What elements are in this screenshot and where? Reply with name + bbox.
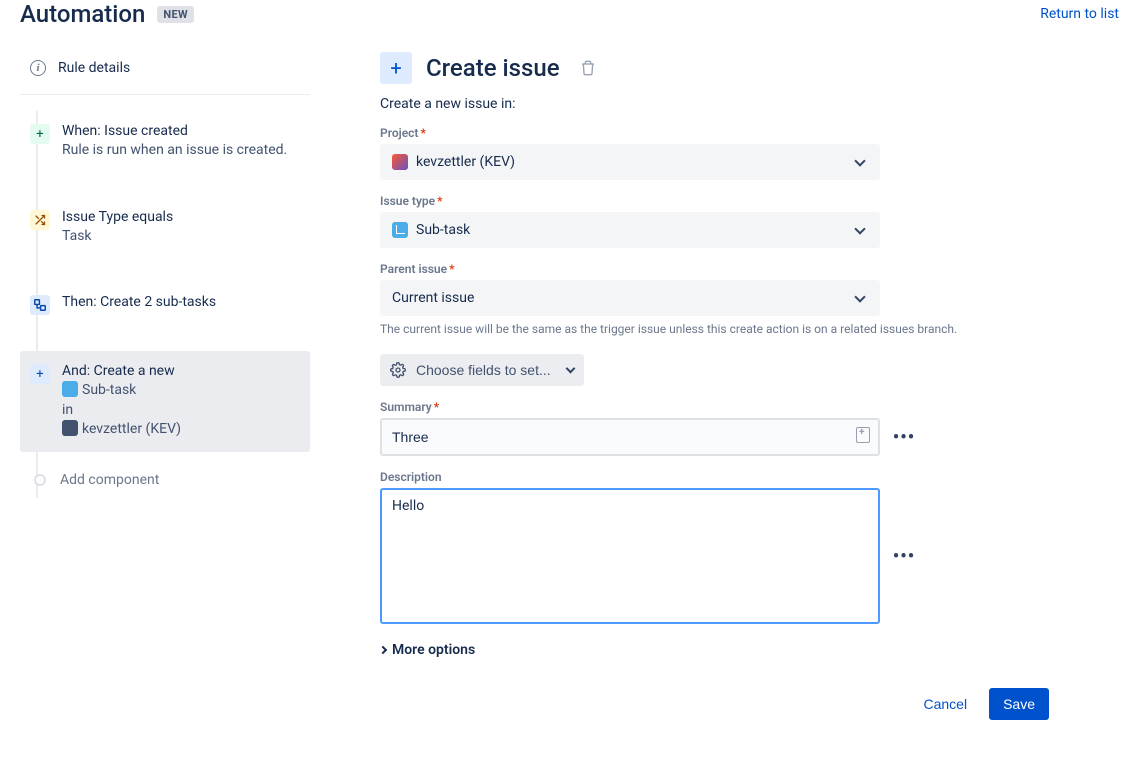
choose-fields-label: Choose fields to set... [416, 362, 551, 378]
plus-icon: + [30, 124, 50, 144]
gear-icon [390, 362, 406, 378]
plus-icon: + [380, 52, 412, 84]
issue-type-label: Issue type* [380, 194, 1110, 208]
cancel-button[interactable]: Cancel [913, 688, 977, 720]
subtask-icon [62, 381, 78, 397]
new-badge: NEW [157, 6, 193, 23]
info-icon: i [30, 60, 46, 76]
more-options-label: More options [392, 642, 475, 658]
return-to-list-link[interactable]: Return to list [1040, 6, 1119, 22]
add-component-button[interactable]: Add component [20, 452, 310, 498]
parent-issue-select[interactable]: Current issue [380, 280, 880, 316]
issue-type-value: Sub-task [416, 222, 470, 238]
rule-details-label: Rule details [58, 60, 130, 76]
summary-label: Summary* [380, 400, 1110, 414]
step-trigger[interactable]: + When: Issue created Rule is run when a… [20, 111, 310, 173]
step-subtitle: Rule is run when an issue is created. [62, 141, 287, 161]
project-value: kevzettler (KEV) [416, 154, 515, 170]
description-label: Description [380, 470, 1110, 484]
step-action-subtasks[interactable]: Then: Create 2 sub-tasks [20, 282, 310, 327]
step-title: Then: Create 2 sub-tasks [62, 294, 216, 310]
panel-title: Create issue [426, 54, 560, 82]
parent-issue-value: Current issue [392, 290, 474, 306]
chevron-right-icon [379, 646, 387, 654]
issue-type-select[interactable]: Sub-task [380, 212, 880, 248]
shuffle-icon [30, 210, 50, 230]
step-condition[interactable]: Issue Type equals Task [20, 197, 310, 259]
form-intro: Create a new issue in: [380, 96, 1110, 112]
action-config-panel: + Create issue Create a new issue in: Pr… [380, 52, 1110, 658]
chevron-down-icon [854, 155, 865, 166]
project-icon [392, 154, 408, 170]
page-title: Automation [20, 0, 145, 28]
subtask-icon [392, 222, 408, 238]
step-subtitle: Sub-task in kevzettler (KEV) [62, 381, 181, 440]
rule-steps-sidebar: i Rule details + When: Issue created Rul… [20, 52, 310, 658]
add-dot-icon [34, 474, 46, 486]
rule-details-item[interactable]: i Rule details [20, 52, 310, 95]
more-actions-button[interactable]: ••• [892, 544, 916, 568]
subtask-action-icon [30, 295, 50, 315]
choose-fields-button[interactable]: Choose fields to set... [380, 354, 584, 386]
add-component-label: Add component [60, 472, 159, 488]
more-options-toggle[interactable]: More options [380, 642, 1110, 658]
project-select[interactable]: kevzettler (KEV) [380, 144, 880, 180]
smart-value-icon[interactable] [856, 427, 870, 447]
project-label: Project* [380, 126, 1110, 140]
step-title: When: Issue created [62, 123, 287, 139]
more-actions-button[interactable]: ••• [892, 425, 916, 449]
parent-issue-helper: The current issue will be the same as th… [380, 322, 1060, 336]
step-title: Issue Type equals [62, 209, 173, 225]
save-button[interactable]: Save [989, 688, 1049, 720]
plus-icon: + [30, 364, 50, 384]
project-icon [62, 420, 78, 436]
chevron-down-icon [854, 223, 865, 234]
parent-issue-label: Parent issue* [380, 262, 1110, 276]
step-subtitle: Task [62, 227, 173, 247]
delete-action-button[interactable] [580, 60, 596, 76]
step-title: And: Create a new [62, 363, 181, 379]
step-action-create[interactable]: + And: Create a new Sub-task in kevzettl… [20, 351, 310, 452]
chevron-down-icon [565, 364, 575, 374]
chevron-down-icon [854, 291, 865, 302]
description-textarea[interactable] [380, 488, 880, 624]
summary-input[interactable] [380, 418, 880, 456]
